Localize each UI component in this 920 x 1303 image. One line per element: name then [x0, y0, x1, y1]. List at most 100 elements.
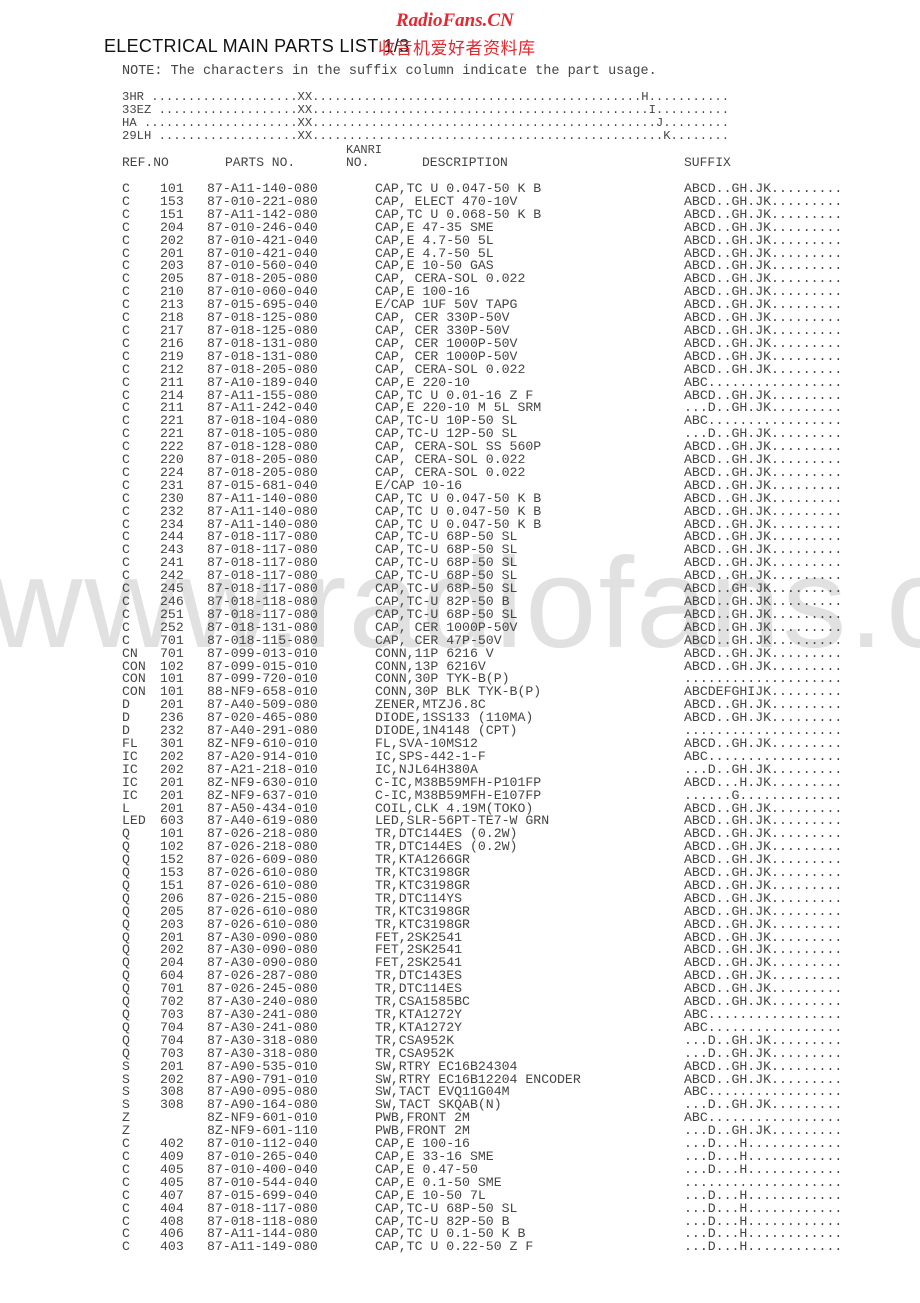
- part-description: TR,KTC3198GR: [375, 903, 470, 919]
- header-parts-no: PARTS NO.: [225, 155, 296, 170]
- part-description: TR,KTA1272Y: [375, 1019, 463, 1035]
- part-number: 87-A11-149-080: [207, 1239, 318, 1255]
- part-description: TR,KTC3198GR: [375, 877, 470, 893]
- ref-number: 201: [160, 774, 184, 790]
- part-description: SW,RTRY EC16B24304: [375, 1058, 518, 1074]
- ref-designator: Q: [122, 1045, 130, 1061]
- part-number: 87-026-610-080: [207, 877, 318, 893]
- part-number: 87-A30-241-080: [207, 1019, 318, 1035]
- part-description: CAP, CER 47P-50V: [375, 632, 502, 648]
- ref-designator: IC: [122, 761, 138, 777]
- ref-designator: Q: [122, 890, 130, 906]
- ref-designator: C: [122, 348, 130, 364]
- suffix-code: ...D...H............: [684, 1200, 843, 1216]
- suffix-code: ABCD...H.JK.........: [684, 774, 843, 790]
- suffix-code: ABCD..GH.JK.........: [684, 877, 843, 893]
- ref-number: 216: [160, 335, 184, 351]
- part-number: 87-018-117-080: [207, 1200, 318, 1216]
- suffix-code: ABCD..GH.JK.........: [684, 916, 843, 932]
- part-number: 87-A11-140-080: [207, 503, 318, 519]
- ref-number: 704: [160, 1019, 184, 1035]
- part-number: 87-026-610-080: [207, 903, 318, 919]
- ref-number: 403: [160, 1239, 184, 1255]
- part-number: 87-018-205-080: [207, 464, 318, 480]
- ref-number: 405: [160, 1174, 184, 1190]
- part-number: 87-A21-218-010: [207, 761, 318, 777]
- header-ref-no: REF.NO: [122, 155, 169, 170]
- ref-designator: C: [122, 1239, 130, 1255]
- part-number: 87-A11-142-080: [207, 206, 318, 222]
- part-number: 87-010-421-040: [207, 232, 318, 248]
- suffix-code: ...D..GH.JK.........: [684, 1032, 843, 1048]
- ref-designator: Q: [122, 1019, 130, 1035]
- ref-number: 206: [160, 890, 184, 906]
- suffix-code: ABCD..GH.JK.........: [684, 335, 843, 351]
- part-description: IC,NJL64H380A: [375, 761, 478, 777]
- suffix-code: ...D...H............: [684, 1239, 843, 1255]
- part-number: 87-A30-318-080: [207, 1032, 318, 1048]
- part-number: 87-018-131-080: [207, 619, 318, 635]
- ref-designator: C: [122, 1174, 130, 1190]
- part-description: CAP,TC-U 68P-50 SL: [375, 1200, 518, 1216]
- ref-designator: Q: [122, 916, 130, 932]
- ref-number: 704: [160, 1032, 184, 1048]
- suffix-code: ABCD..GH.JK.........: [684, 890, 843, 906]
- part-description: CAP,TC U 0.22-50 Z F: [375, 1239, 534, 1255]
- part-description: CAP, CER 1000P-50V: [375, 335, 518, 351]
- header-suffix: SUFFIX: [684, 155, 731, 170]
- ref-number: 308: [160, 1097, 184, 1113]
- part-description: CAP,E 4.7-50 5L: [375, 232, 494, 248]
- part-description: TR,KTC3198GR: [375, 916, 470, 932]
- ref-designator: C: [122, 219, 130, 235]
- ref-number: 151: [160, 877, 184, 893]
- part-number: 87-015-699-040: [207, 1187, 318, 1203]
- part-description: CAP,TC U 0.068-50 K B: [375, 206, 542, 222]
- part-description: TR,DTC114YS: [375, 890, 463, 906]
- suffix-code: ABCD..GH.JK.........: [684, 206, 843, 222]
- part-number: 87-A11-140-080: [207, 490, 318, 506]
- part-number: 87-010-400-040: [207, 1161, 318, 1177]
- header-kanri-no: NO.: [346, 155, 370, 170]
- part-number: 87-099-013-010: [207, 645, 318, 661]
- part-number: 87-010-544-040: [207, 1174, 318, 1190]
- ref-number: 232: [160, 503, 184, 519]
- ref-designator: Q: [122, 903, 130, 919]
- part-description: E/CAP 10-16: [375, 477, 463, 493]
- suffix-legend-line: 29LH ...................XX..............…: [122, 129, 730, 143]
- suffix-code: ...D...H............: [684, 1187, 843, 1203]
- suffix-code: ABCD..GH.JK.........: [684, 490, 843, 506]
- part-number: 87-018-131-080: [207, 335, 318, 351]
- suffix-code: ...D...H............: [684, 1161, 843, 1177]
- ref-designator: C: [122, 361, 130, 377]
- suffix-code: ABCD..GH.JK.........: [684, 477, 843, 493]
- ref-designator: Q: [122, 1032, 130, 1048]
- suffix-code: ABCD..GH.JK.........: [684, 903, 843, 919]
- ref-number: 204: [160, 219, 184, 235]
- part-description: CAP,E 220-10: [375, 374, 470, 390]
- site-watermark: RadioFans.CN: [396, 10, 514, 31]
- ref-number: 211: [160, 374, 184, 390]
- suffix-code: ABC.................: [684, 748, 843, 764]
- ref-designator: C: [122, 1161, 130, 1177]
- ref-designator: C: [122, 606, 130, 622]
- suffix-code: ABCD..GH.JK.........: [684, 632, 843, 648]
- page-title: ELECTRICAL MAIN PARTS LIST 1/3: [104, 36, 410, 56]
- part-description: CAP,E 10-50 7L: [375, 1187, 486, 1203]
- ref-number: 201: [160, 1058, 184, 1074]
- part-description: CAP, CER 1000P-50V: [375, 619, 518, 635]
- ref-number: 219: [160, 348, 184, 364]
- part-number: 87-A20-914-010: [207, 748, 318, 764]
- ref-designator: CN: [122, 645, 138, 661]
- part-number: 87-A90-535-010: [207, 1058, 318, 1074]
- ref-designator: IC: [122, 787, 138, 803]
- suffix-code: ...D..GH.JK.........: [684, 1045, 843, 1061]
- ref-number: 252: [160, 619, 184, 635]
- ref-designator: C: [122, 490, 130, 506]
- part-number: 87-010-221-080: [207, 193, 318, 209]
- ref-number: 405: [160, 1161, 184, 1177]
- suffix-code: ABC.................: [684, 1019, 843, 1035]
- part-description: CAP, CERA-SOL 0.022: [375, 464, 526, 480]
- ref-designator: C: [122, 1200, 130, 1216]
- ref-number: 151: [160, 206, 184, 222]
- part-description: C-IC,M38B59MFH-E107FP: [375, 787, 542, 803]
